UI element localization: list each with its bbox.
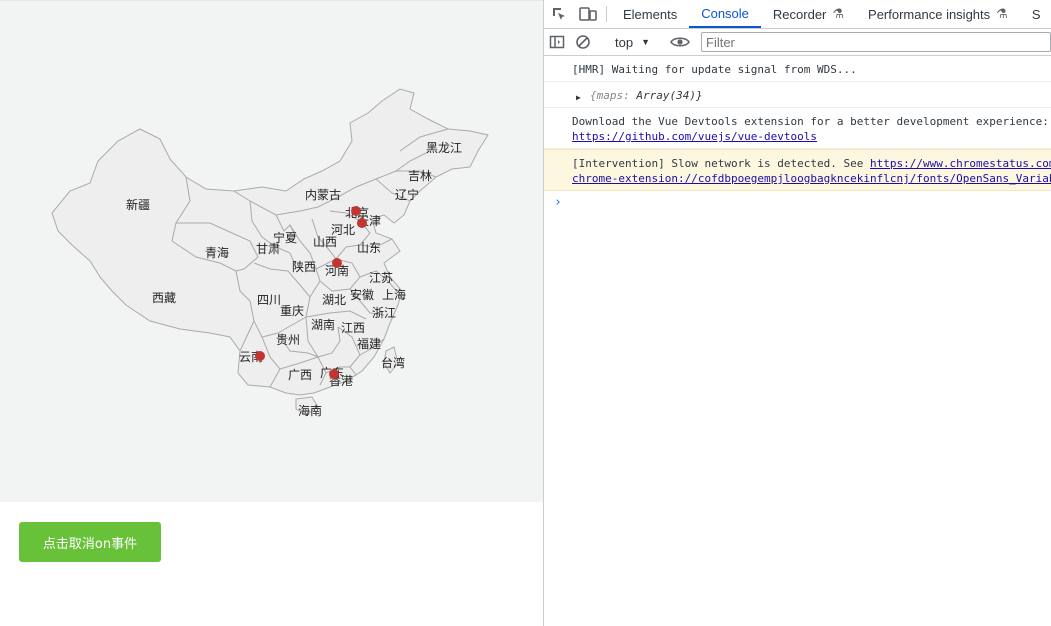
label-hainan: 海南: [298, 403, 322, 418]
app-root: 黑龙江 吉林 辽宁 内蒙古 新疆 北京 天津 河北 宁夏 甘肃 山西 山东 青海…: [0, 0, 1051, 626]
marker-henan[interactable]: [332, 258, 342, 268]
expand-triangle-icon[interactable]: ▶: [576, 90, 581, 105]
devtools-tabbar: Elements Console Recorder ⚗ Performance i…: [544, 0, 1051, 29]
label-jiangsu: 江苏: [369, 271, 393, 285]
label-neimenggu: 内蒙古: [305, 187, 341, 202]
console-prompt[interactable]: ›: [544, 191, 1051, 210]
label-jilin: 吉林: [408, 169, 432, 183]
label-jiangxi: 江西: [341, 321, 365, 335]
tab-sources[interactable]: S: [1020, 0, 1051, 28]
label-shaanxi: 陕西: [292, 259, 316, 274]
label-heilongjiang: 黑龙江: [426, 141, 462, 155]
flask-icon: ⚗: [996, 6, 1008, 21]
warning-text: [Intervention] Slow network is detected.…: [572, 157, 871, 170]
marker-tianjin[interactable]: [357, 218, 367, 228]
console-message-vue: Download the Vue Devtools extension for …: [544, 108, 1051, 149]
caret-down-icon: ▼: [641, 37, 650, 47]
chrome-extension-link[interactable]: chrome-extension://cofdbpoegempjloogbagk…: [572, 172, 1051, 185]
label-gansu: 甘肃: [256, 242, 280, 256]
label-anhui: 安徽: [350, 287, 374, 302]
eye-icon[interactable]: [665, 29, 695, 56]
label-shanghai: 上海: [382, 287, 406, 302]
label-sichuan: 四川: [257, 293, 281, 307]
label-qinghai: 青海: [205, 245, 229, 260]
label-hubei: 湖北: [322, 292, 346, 307]
marker-guangdong[interactable]: [329, 369, 339, 379]
tab-elements[interactable]: Elements: [611, 0, 689, 28]
label-guizhou: 贵州: [276, 333, 300, 347]
tab-performance-insights[interactable]: Performance insights ⚗: [856, 0, 1020, 28]
tab-console-label: Console: [701, 5, 749, 21]
filter-input[interactable]: [701, 32, 1051, 52]
label-guangxi: 广西: [288, 368, 312, 382]
label-taiwan: 台湾: [381, 355, 405, 370]
devtools-panel: Elements Console Recorder ⚗ Performance i…: [543, 0, 1051, 626]
object-value: Array(34)}: [636, 89, 703, 102]
tab-performance-insights-label: Performance insights: [868, 6, 991, 22]
context-selector[interactable]: top ▼: [605, 29, 656, 56]
vue-devtools-text: Download the Vue Devtools extension for …: [572, 115, 1049, 128]
inspect-element-icon[interactable]: [544, 0, 573, 28]
label-chongqing: 重庆: [280, 304, 304, 318]
label-xizang: 西藏: [152, 291, 176, 305]
clear-console-icon[interactable]: [570, 29, 596, 56]
label-hunan: 湖南: [311, 317, 335, 332]
tab-recorder[interactable]: Recorder ⚗: [761, 0, 856, 28]
marker-beijing[interactable]: [351, 206, 361, 216]
console-message-warning: [Intervention] Slow network is detected.…: [544, 149, 1051, 191]
tab-console[interactable]: Console: [689, 0, 761, 28]
label-shanxi: 山西: [313, 235, 337, 249]
prompt-chevron-icon: ›: [554, 195, 562, 210]
tab-separator: [606, 6, 607, 22]
chromestatus-link[interactable]: https://www.chromestatus.com/feature/: [870, 157, 1051, 170]
china-map-svg[interactable]: 黑龙江 吉林 辽宁 内蒙古 新疆 北京 天津 河北 宁夏 甘肃 山西 山东 青海…: [0, 1, 543, 503]
hmr-text: [HMR] Waiting for update signal from WDS…: [572, 63, 857, 76]
label-zhejiang: 浙江: [372, 306, 396, 320]
vue-devtools-link[interactable]: https://github.com/vuejs/vue-devtools: [572, 130, 817, 143]
tab-elements-label: Elements: [623, 6, 678, 22]
cancel-on-event-button[interactable]: 点击取消on事件: [19, 522, 161, 562]
console-message-hmr: [HMR] Waiting for update signal from WDS…: [544, 56, 1051, 82]
label-shandong: 山东: [357, 241, 381, 255]
china-map-chart[interactable]: 黑龙江 吉林 辽宁 内蒙古 新疆 北京 天津 河北 宁夏 甘肃 山西 山东 青海…: [0, 0, 543, 502]
label-xinjiang: 新疆: [126, 197, 150, 212]
console-messages: [HMR] Waiting for update signal from WDS…: [544, 56, 1051, 210]
marker-yunnan[interactable]: [255, 351, 265, 361]
page-viewport: 黑龙江 吉林 辽宁 内蒙古 新疆 北京 天津 河北 宁夏 甘肃 山西 山东 青海…: [0, 0, 543, 626]
console-toolbar: top ▼: [544, 29, 1051, 56]
label-liaoning: 辽宁: [395, 187, 419, 202]
device-toolbar-icon[interactable]: [573, 0, 602, 28]
flask-icon: ⚗: [832, 6, 845, 21]
tab-recorder-label: Recorder: [772, 6, 827, 22]
label-fujian: 福建: [357, 336, 381, 351]
context-selector-value: top: [615, 34, 634, 50]
sidebar-toggle-icon[interactable]: [544, 29, 570, 56]
tab-sources-label: S: [1031, 6, 1041, 22]
object-preview[interactable]: {maps: Array(34)}: [572, 89, 703, 102]
object-key: {maps:: [590, 89, 630, 102]
console-message-object[interactable]: ▶ {maps: Array(34)}: [544, 82, 1051, 108]
